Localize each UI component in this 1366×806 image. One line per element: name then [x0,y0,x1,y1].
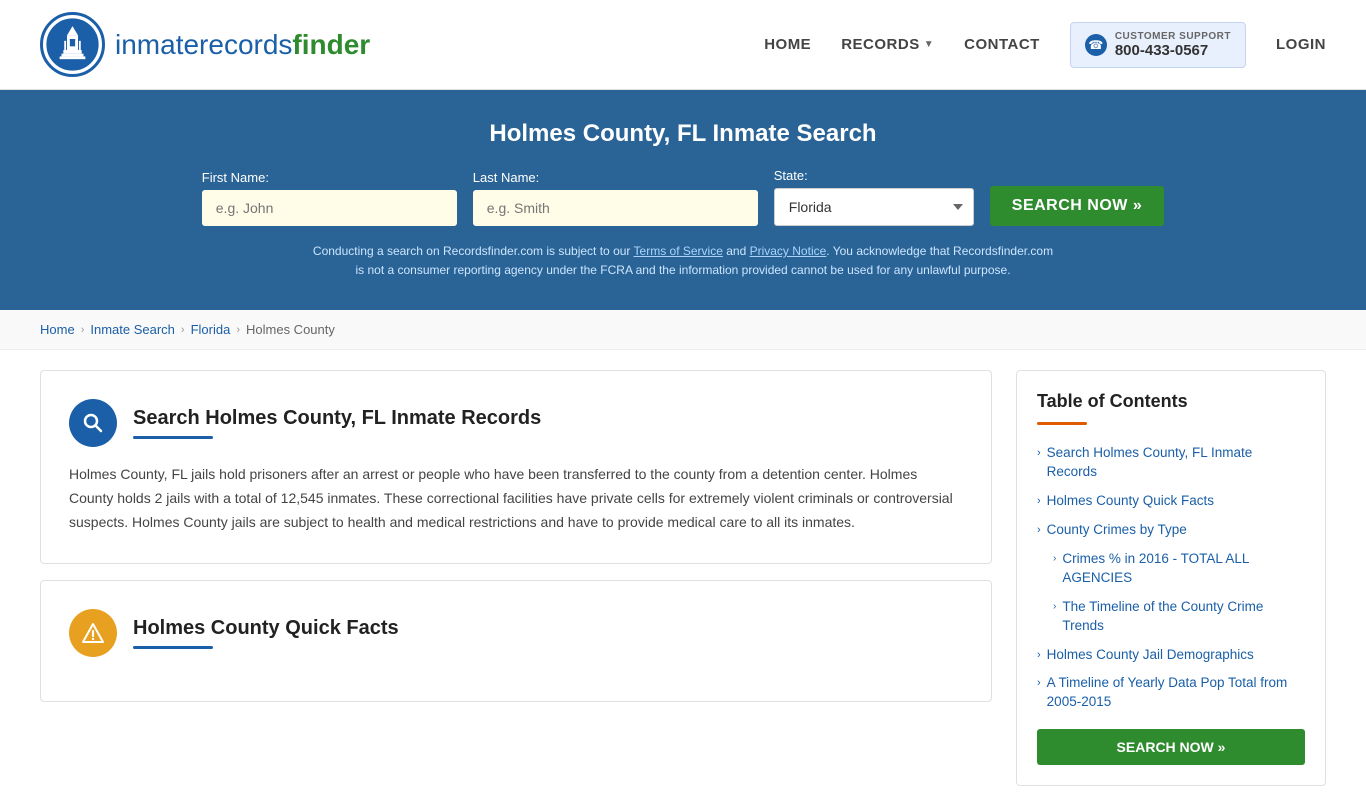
state-select[interactable]: Florida [774,188,974,226]
breadcrumb-florida[interactable]: Florida [191,322,231,337]
last-name-input[interactable] [473,190,758,226]
main-nav: HOME RECORDS ▼ CONTACT ☎ CUSTOMER SUPPOR… [764,22,1326,68]
toc-item-7[interactable]: › A Timeline of Yearly Data Pop Total fr… [1037,669,1305,717]
toc-search-button[interactable]: SEARCH NOW » [1037,729,1305,765]
toc-item-5-sub[interactable]: › The Timeline of the County Crime Trend… [1037,593,1305,641]
headset-icon: ☎ [1085,34,1107,56]
search-button[interactable]: SEARCH NOW » [990,186,1164,226]
content-area: Search Holmes County, FL Inmate Records … [40,370,1016,786]
breadcrumb-sep-1: › [81,324,85,336]
last-name-label: Last Name: [473,170,539,185]
privacy-link[interactable]: Privacy Notice [750,244,827,258]
breadcrumb-sep-2: › [181,324,185,336]
toc-item-1[interactable]: › Search Holmes County, FL Inmate Record… [1037,439,1305,487]
logo-text: inmaterecordsfinder [115,29,370,61]
toc-title: Table of Contents [1037,391,1305,412]
state-label: State: [774,168,808,183]
search-form: First Name: Last Name: State: Florida SE… [40,168,1326,226]
support-label: CUSTOMER SUPPORT [1115,31,1231,42]
chevron-right-icon: › [1037,523,1041,538]
first-name-group: First Name: [202,170,457,226]
toc-item-2[interactable]: › Holmes County Quick Facts [1037,487,1305,516]
last-name-group: Last Name: [473,170,758,226]
first-name-input[interactable] [202,190,457,226]
breadcrumb-home[interactable]: Home [40,322,75,337]
toc-item-6[interactable]: › Holmes County Jail Demographics [1037,641,1305,670]
terms-link[interactable]: Terms of Service [634,244,723,258]
section2-underline [133,646,213,649]
chevron-right-icon: › [1037,676,1041,691]
main-content: Search Holmes County, FL Inmate Records … [0,350,1366,806]
section-quick-facts: Holmes County Quick Facts [40,580,992,702]
section1-header: Search Holmes County, FL Inmate Records [69,399,963,447]
section2-header: Holmes County Quick Facts [69,609,963,657]
toc-item-4-sub[interactable]: › Crimes % in 2016 - TOTAL ALL AGENCIES [1037,545,1305,593]
state-group: State: Florida [774,168,974,226]
support-number: 800-433-0567 [1115,42,1231,59]
section1-title: Search Holmes County, FL Inmate Records [133,407,541,430]
chevron-right-icon: › [1053,600,1056,614]
customer-support-box: ☎ CUSTOMER SUPPORT 800-433-0567 [1070,22,1246,68]
search-icon-circle [69,399,117,447]
toc-box: Table of Contents › Search Holmes County… [1016,370,1326,786]
breadcrumb: Home › Inmate Search › Florida › Holmes … [0,310,1366,350]
logo-icon [40,12,105,77]
chevron-down-icon: ▼ [924,39,934,50]
breadcrumb-inmate-search[interactable]: Inmate Search [90,322,175,337]
breadcrumb-sep-3: › [236,324,240,336]
chevron-right-icon: › [1037,446,1041,461]
first-name-label: First Name: [202,170,269,185]
nav-records[interactable]: RECORDS ▼ [841,36,934,53]
toc-underline [1037,422,1087,425]
toc-item-3[interactable]: › County Crimes by Type [1037,516,1305,545]
hero-disclaimer: Conducting a search on Recordsfinder.com… [308,242,1058,280]
logo-area: inmaterecordsfinder [40,12,370,77]
breadcrumb-current: Holmes County [246,322,335,337]
chevron-right-icon: › [1053,552,1056,566]
nav-login[interactable]: LOGIN [1276,36,1326,53]
chevron-right-icon: › [1037,648,1041,663]
hero-title: Holmes County, FL Inmate Search [40,120,1326,148]
hero-section: Holmes County, FL Inmate Search First Na… [0,90,1366,310]
section-inmate-records: Search Holmes County, FL Inmate Records … [40,370,992,563]
sidebar: Table of Contents › Search Holmes County… [1016,370,1326,786]
warning-icon-circle [69,609,117,657]
chevron-right-icon: › [1037,494,1041,509]
nav-contact[interactable]: CONTACT [964,36,1040,53]
section1-underline [133,436,213,439]
section2-title: Holmes County Quick Facts [133,617,399,640]
page-header: inmaterecordsfinder HOME RECORDS ▼ CONTA… [0,0,1366,90]
section1-body: Holmes County, FL jails hold prisoners a… [69,463,963,534]
nav-home[interactable]: HOME [764,36,811,53]
